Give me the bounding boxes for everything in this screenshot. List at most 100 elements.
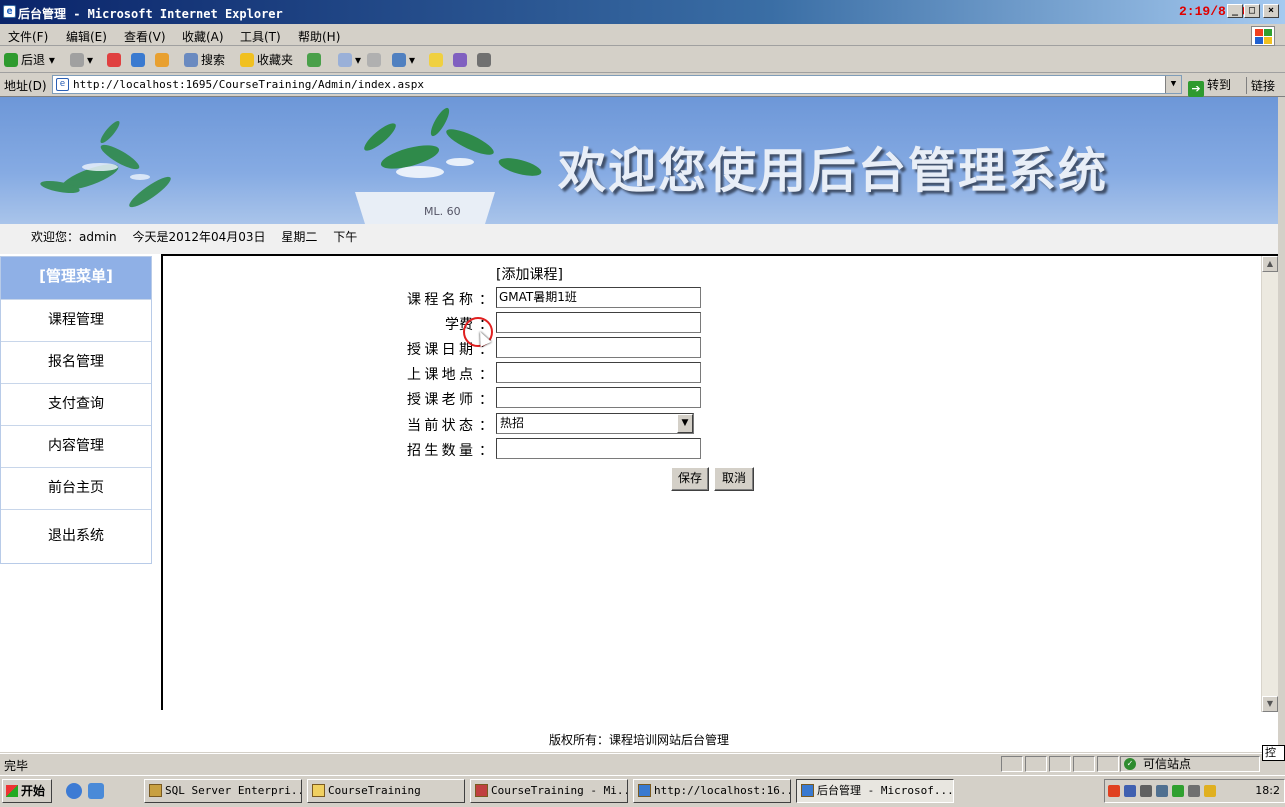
maximize-button[interactable]: □ bbox=[1244, 4, 1260, 18]
sidebar-item-payment-query[interactable]: 支付查询 bbox=[1, 383, 151, 425]
messenger-icon bbox=[453, 53, 467, 67]
web-page: ML. 60 欢迎您使用后台管理系统 欢迎您：admin 今天是2012年04月… bbox=[0, 97, 1278, 752]
window-title: 后台管理 - Microsoft Internet Explorer bbox=[18, 7, 283, 21]
teaching-date-input[interactable] bbox=[496, 337, 701, 358]
teacher-label: 授课老师 bbox=[407, 392, 473, 408]
menu-file[interactable]: 文件(F) bbox=[8, 28, 48, 45]
research-button[interactable] bbox=[477, 51, 494, 69]
vertical-scrollbar[interactable]: ▲ ▼ bbox=[1261, 256, 1278, 712]
search-button[interactable]: 搜索 bbox=[184, 51, 225, 69]
menu-view[interactable]: 查看(V) bbox=[124, 28, 166, 45]
ie-page-icon bbox=[801, 784, 814, 797]
history-icon bbox=[307, 53, 321, 67]
scroll-up-icon[interactable]: ▲ bbox=[1262, 256, 1278, 272]
display-icon[interactable] bbox=[1156, 785, 1168, 797]
enrollment-input[interactable] bbox=[496, 438, 701, 459]
sidebar-item-front-homepage[interactable]: 前台主页 bbox=[1, 467, 151, 509]
menu-favorites[interactable]: 收藏(A) bbox=[182, 28, 224, 45]
volume-icon[interactable] bbox=[1188, 785, 1200, 797]
stop-icon bbox=[107, 53, 121, 67]
messenger-button[interactable] bbox=[453, 51, 470, 69]
sidebar-item-logout[interactable]: 退出系统 bbox=[1, 509, 151, 565]
links-button[interactable]: 链接 bbox=[1246, 77, 1275, 94]
windows-logo-icon bbox=[1251, 26, 1275, 46]
teacher-input[interactable] bbox=[496, 387, 701, 408]
print-button[interactable] bbox=[367, 51, 384, 69]
ime-icon[interactable] bbox=[1108, 785, 1120, 797]
course-name-input[interactable]: GMAT暑期1班 bbox=[496, 287, 701, 308]
status-panel bbox=[1073, 756, 1095, 772]
visual-studio-icon bbox=[475, 784, 488, 797]
start-button[interactable]: 开始 bbox=[2, 779, 52, 803]
go-button[interactable]: ➔ 转到 bbox=[1188, 76, 1231, 97]
admin-sidebar: [管理菜单] 课程管理 报名管理 支付查询 内容管理 前台主页 退出系统 bbox=[0, 256, 152, 564]
status-label: 当前状态 bbox=[407, 418, 473, 434]
search-icon bbox=[184, 53, 198, 67]
system-tray: 18:2 bbox=[1104, 779, 1285, 803]
edit-button[interactable]: ▾ bbox=[392, 51, 415, 69]
menu-help[interactable]: 帮助(H) bbox=[298, 28, 340, 45]
favorites-button[interactable]: 收藏夹 bbox=[240, 51, 293, 69]
tuition-input[interactable] bbox=[496, 312, 701, 333]
discuss-button[interactable] bbox=[429, 51, 446, 69]
ie-page-icon bbox=[638, 784, 651, 797]
menu-tools[interactable]: 工具(T) bbox=[240, 28, 281, 45]
sidebar-item-content-management[interactable]: 内容管理 bbox=[1, 425, 151, 467]
address-url: http://localhost:1695/CourseTraining/Adm… bbox=[73, 78, 424, 91]
research-icon bbox=[477, 53, 491, 67]
control-popup[interactable]: 控制 bbox=[1262, 745, 1285, 761]
window-title-bar[interactable]: e 后台管理 - Microsoft Internet Explorer 2:1… bbox=[0, 0, 1285, 24]
go-arrow-icon: ➔ bbox=[1188, 81, 1204, 97]
scroll-down-icon[interactable]: ▼ bbox=[1262, 696, 1278, 712]
chevron-down-icon[interactable]: ▼ bbox=[677, 414, 693, 433]
taskbar-item-admin[interactable]: 后台管理 - Microsof... bbox=[796, 779, 954, 803]
cancel-button[interactable]: 取消 bbox=[714, 467, 754, 491]
network-icon[interactable] bbox=[1124, 785, 1136, 797]
current-weekday: 星期二 bbox=[281, 230, 318, 244]
toolbar: 后退 ▾ ▾ 搜索 收藏夹 ▾ ▾ bbox=[0, 47, 1285, 73]
home-button[interactable] bbox=[155, 51, 172, 69]
close-button[interactable]: × bbox=[1263, 4, 1279, 18]
refresh-button[interactable] bbox=[131, 51, 148, 69]
colon: ： bbox=[479, 367, 493, 383]
address-dropdown-icon[interactable]: ▼ bbox=[1165, 76, 1181, 93]
security-icon[interactable] bbox=[1172, 785, 1184, 797]
welcome-user: 欢迎您：admin bbox=[31, 230, 117, 244]
form-row-teaching-date: 授课日期 ： bbox=[407, 337, 707, 359]
address-input[interactable]: e http://localhost:1695/CourseTraining/A… bbox=[52, 75, 1182, 94]
location-input[interactable] bbox=[496, 362, 701, 383]
menu-bar: 文件(F) 编辑(E) 查看(V) 收藏(A) 工具(T) 帮助(H) bbox=[0, 24, 1285, 46]
address-bar: 地址(D) e http://localhost:1695/CourseTrai… bbox=[0, 73, 1285, 97]
trusted-check-icon: ✓ bbox=[1124, 758, 1136, 770]
ie-quicklaunch-icon[interactable] bbox=[66, 783, 82, 799]
taskbar-item-visual-studio[interactable]: CourseTraining - Mi... bbox=[470, 779, 628, 803]
stop-button[interactable] bbox=[107, 51, 124, 69]
history-button[interactable] bbox=[307, 51, 324, 69]
security-zone: ✓ 可信站点 bbox=[1120, 756, 1260, 772]
monitor-icon[interactable] bbox=[1140, 785, 1152, 797]
mail-button[interactable]: ▾ bbox=[338, 51, 361, 69]
sidebar-item-registration-management[interactable]: 报名管理 bbox=[1, 341, 151, 383]
forward-button[interactable]: ▾ bbox=[70, 51, 93, 69]
form-row-enrollment: 招生数量 ： bbox=[407, 438, 707, 460]
minimize-button[interactable]: _ bbox=[1227, 4, 1243, 18]
taskbar-item-sql-server[interactable]: SQL Server Enterpri... bbox=[144, 779, 302, 803]
content-frame: [添加课程] 课程名称 ： GMAT暑期1班 学费 ： 授课日期 ： 上课地点 … bbox=[161, 254, 1278, 712]
taskbar-item-localhost[interactable]: http://localhost:16... bbox=[633, 779, 791, 803]
save-button[interactable]: 保存 bbox=[671, 467, 709, 491]
form-row-tuition: 学费 ： bbox=[407, 312, 707, 334]
sql-server-icon bbox=[149, 784, 162, 797]
discuss-icon bbox=[429, 53, 443, 67]
taskbar: 开始 SQL Server Enterpri... CourseTraining… bbox=[0, 775, 1285, 807]
header-banner: ML. 60 欢迎您使用后台管理系统 bbox=[0, 97, 1278, 224]
back-button[interactable]: 后退 ▾ bbox=[4, 51, 55, 69]
status-select[interactable]: 热招 ▼ bbox=[496, 413, 694, 434]
sidebar-item-course-management[interactable]: 课程管理 bbox=[1, 299, 151, 341]
menu-edit[interactable]: 编辑(E) bbox=[66, 28, 107, 45]
desktop-quicklaunch-icon[interactable] bbox=[88, 783, 104, 799]
status-panel bbox=[1097, 756, 1119, 772]
form-row-status: 当前状态 ： 热招 ▼ bbox=[407, 413, 707, 435]
shield-icon[interactable] bbox=[1204, 785, 1216, 797]
taskbar-item-folder[interactable]: CourseTraining bbox=[307, 779, 465, 803]
page-footer: 版权所有：课程培训网站后台管理 bbox=[0, 712, 1278, 752]
